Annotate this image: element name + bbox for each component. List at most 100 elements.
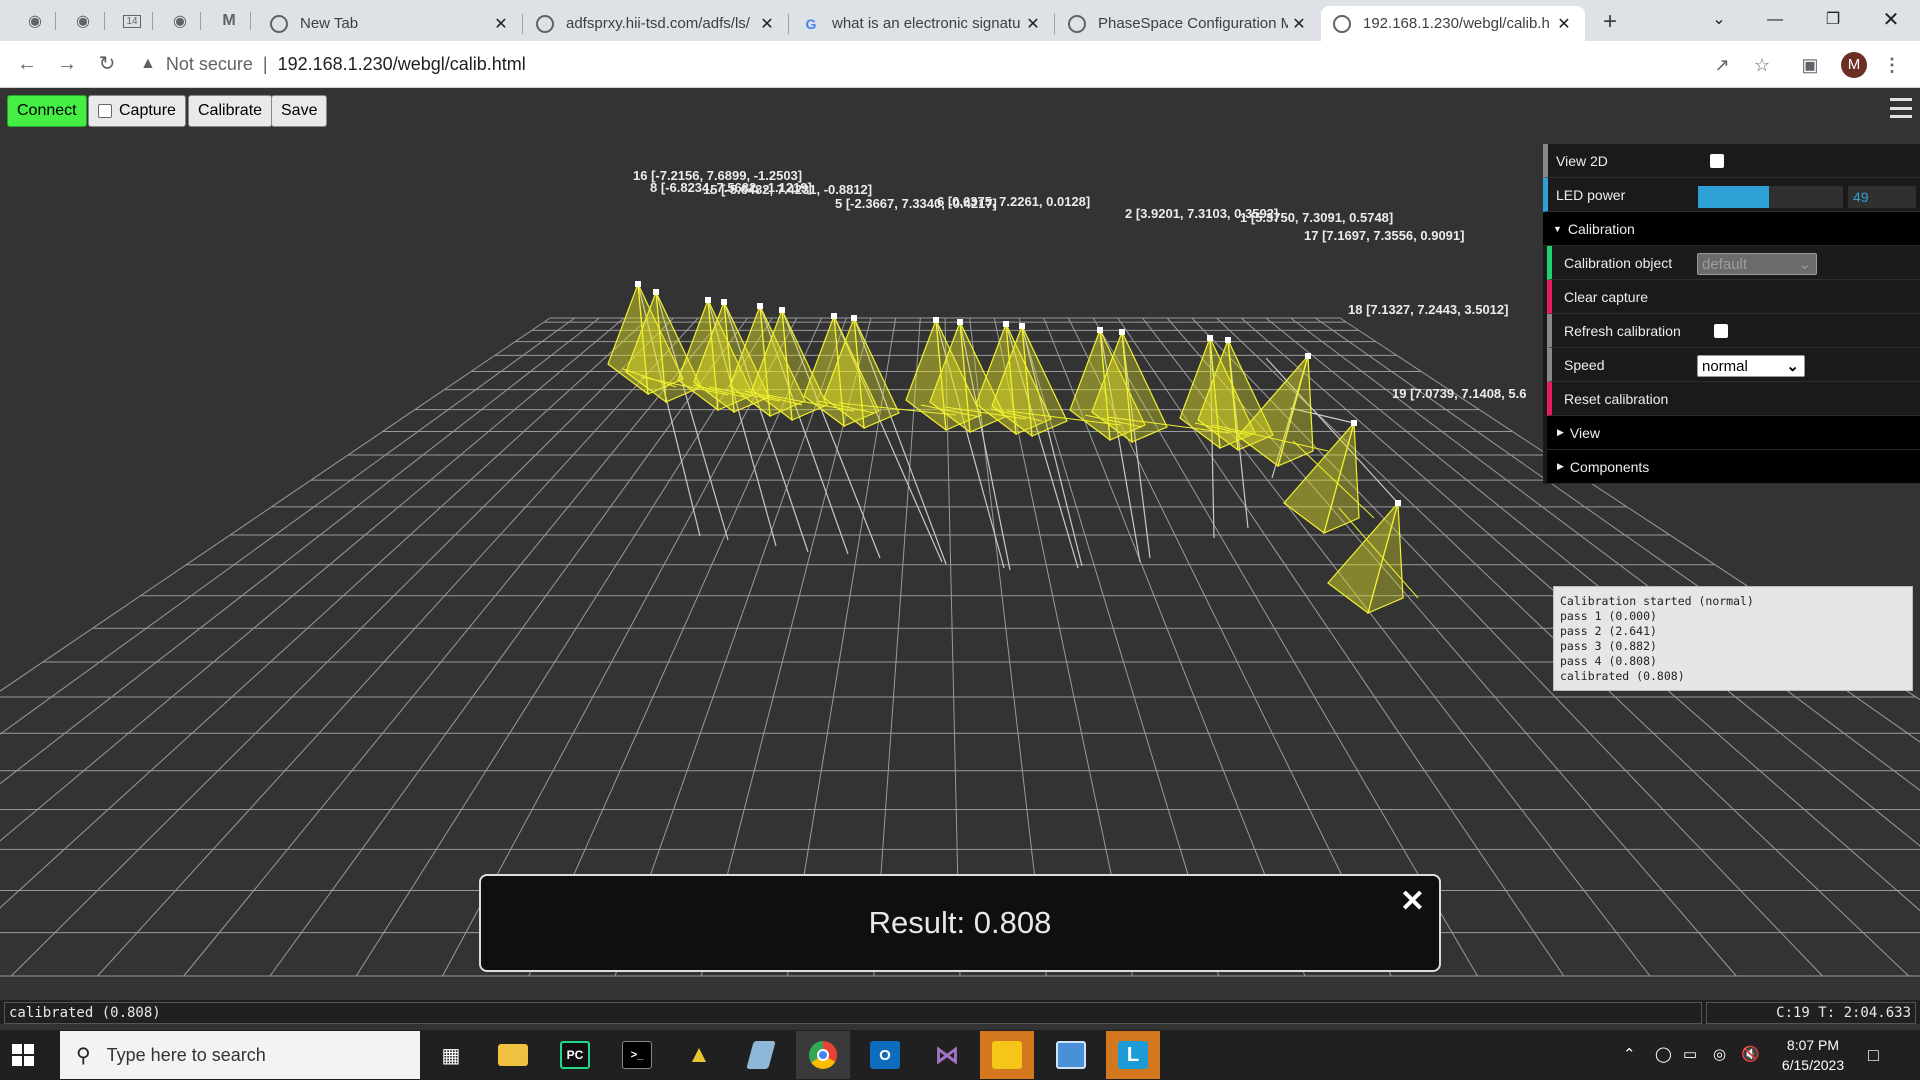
- close-tab-icon[interactable]: ✕: [756, 14, 778, 34]
- calibration-object-select[interactable]: default ⌄: [1697, 253, 1817, 275]
- url-text[interactable]: 192.168.1.230/webgl/calib.html: [278, 54, 526, 75]
- camera-node[interactable]: [1395, 500, 1401, 506]
- camera-node[interactable]: [1119, 329, 1125, 335]
- refresh-calibration-checkbox[interactable]: [1714, 323, 1728, 338]
- speaker-muted-icon[interactable]: 🔇: [1741, 1045, 1760, 1063]
- camera-node[interactable]: [757, 303, 763, 309]
- tab-divider: [788, 14, 789, 34]
- new-tab-plus-icon[interactable]: +: [1596, 8, 1624, 36]
- tab-search-chevron-icon[interactable]: ⌄: [1699, 6, 1739, 34]
- pinned-tab-globe-icon[interactable]: ◉: [22, 8, 48, 34]
- teams-icon[interactable]: ▲: [672, 1031, 726, 1079]
- reset-calibration-row[interactable]: Reset calibration: [1547, 382, 1920, 416]
- marker-label: 18 [7.1327, 7.2443, 3.5012]: [1348, 302, 1509, 317]
- forward-arrow-icon[interactable]: →: [52, 49, 82, 79]
- task-view-icon[interactable]: ▦: [424, 1031, 478, 1079]
- refresh-calibration-label: Refresh calibration: [1564, 322, 1681, 339]
- windows-taskbar: ⚲ Type here to search ▦ PC >_ ▲ O ⋈ L ⌃ …: [0, 1030, 1920, 1080]
- file-explorer-icon[interactable]: [486, 1031, 540, 1079]
- address-bar[interactable]: ▲ Not secure | 192.168.1.230/webgl/calib…: [140, 48, 1700, 80]
- camera-node[interactable]: [705, 297, 711, 303]
- camera-node[interactable]: [721, 299, 727, 305]
- clear-capture-button[interactable]: Clear capture: [1564, 289, 1714, 305]
- visual-studio-icon[interactable]: ⋈: [920, 1031, 974, 1079]
- led-power-number-field[interactable]: 49: [1848, 186, 1916, 208]
- back-arrow-icon[interactable]: ←: [12, 49, 42, 79]
- capture-toggle[interactable]: Capture: [88, 95, 186, 127]
- close-window-icon[interactable]: ✕: [1871, 6, 1911, 34]
- minimize-icon[interactable]: —: [1755, 6, 1795, 34]
- close-tab-icon[interactable]: ✕: [1288, 14, 1310, 34]
- notepad-icon[interactable]: [734, 1031, 788, 1079]
- close-tab-icon[interactable]: ✕: [490, 14, 512, 34]
- camera-node[interactable]: [851, 315, 857, 321]
- restore-icon[interactable]: ❐: [1813, 6, 1853, 34]
- calibrate-button[interactable]: Calibrate: [188, 95, 273, 127]
- camera-node[interactable]: [1305, 353, 1311, 359]
- camera-node[interactable]: [635, 281, 641, 287]
- camera-node[interactable]: [1019, 323, 1025, 329]
- close-tab-icon[interactable]: ✕: [1553, 14, 1575, 34]
- connect-button[interactable]: Connect: [7, 95, 87, 127]
- chrome-icon[interactable]: [796, 1031, 850, 1079]
- pinned-tab-gmail-icon[interactable]: M: [216, 8, 242, 34]
- bookmark-star-icon[interactable]: ☆: [1750, 53, 1774, 77]
- lync-icon[interactable]: L: [1106, 1031, 1160, 1079]
- outlook-icon[interactable]: O: [858, 1031, 912, 1079]
- capture-checkbox[interactable]: [98, 104, 112, 118]
- view-folder[interactable]: ▶ View: [1547, 416, 1920, 450]
- camera-node[interactable]: [1351, 420, 1357, 426]
- tab-google-search[interactable]: G what is an electronic signatu ✕: [790, 6, 1054, 41]
- pinned-tab-calendar-icon[interactable]: 14: [119, 8, 145, 34]
- sticky-notes-icon[interactable]: [980, 1031, 1034, 1079]
- camera-node[interactable]: [1225, 337, 1231, 343]
- tab-divider: [200, 12, 201, 30]
- save-button[interactable]: Save: [271, 95, 328, 127]
- folder-open-triangle-icon: ▼: [1553, 223, 1562, 234]
- notifications-icon[interactable]: □: [1868, 1045, 1879, 1066]
- tab-calib-active[interactable]: 192.168.1.230/webgl/calib.h ✕: [1321, 6, 1585, 41]
- show-hidden-icons-chevron-icon[interactable]: ⌃: [1623, 1045, 1636, 1063]
- side-panel-icon[interactable]: ▣: [1798, 53, 1822, 77]
- camera-node[interactable]: [1097, 327, 1103, 333]
- terminal-icon[interactable]: >_: [610, 1031, 664, 1079]
- hamburger-menu-icon[interactable]: [1890, 98, 1912, 118]
- led-power-slider[interactable]: [1698, 186, 1843, 208]
- close-tab-icon[interactable]: ✕: [1022, 14, 1044, 34]
- reload-icon[interactable]: ↻: [92, 49, 122, 79]
- components-folder[interactable]: ▶ Components: [1547, 450, 1920, 484]
- meet-now-icon[interactable]: ◯: [1655, 1045, 1672, 1063]
- pinned-tab-globe-icon[interactable]: ◉: [167, 8, 193, 34]
- security-label[interactable]: Not secure: [166, 54, 253, 75]
- pycharm-icon[interactable]: PC: [548, 1031, 602, 1079]
- view-folder-title: View: [1569, 424, 1601, 441]
- speed-select[interactable]: normal ⌄: [1697, 355, 1805, 377]
- system-clock[interactable]: 8:07 PM 6/15/2023: [1768, 1035, 1858, 1075]
- calibration-folder[interactable]: ▼ Calibration: [1543, 212, 1920, 246]
- windows-start-icon[interactable]: [12, 1044, 34, 1066]
- tab-new-tab[interactable]: New Tab ✕: [258, 6, 522, 41]
- camera-node[interactable]: [1003, 321, 1009, 327]
- camera-node[interactable]: [831, 313, 837, 319]
- clear-capture-row[interactable]: Clear capture: [1547, 280, 1920, 314]
- camera-node[interactable]: [779, 307, 785, 313]
- close-icon[interactable]: ✕: [1400, 884, 1425, 919]
- network-globe-icon[interactable]: ◎: [1713, 1045, 1726, 1063]
- tab-adfs[interactable]: adfsprxy.hii-tsd.com/adfs/ls/ ✕: [524, 6, 788, 41]
- profile-avatar[interactable]: M: [1841, 52, 1867, 78]
- camera-node[interactable]: [933, 317, 939, 323]
- browser-menu-icon[interactable]: ⋮: [1880, 53, 1904, 77]
- reset-calibration-button[interactable]: Reset calibration: [1564, 391, 1714, 407]
- globe-icon: [1333, 14, 1351, 33]
- battery-icon[interactable]: ▭: [1683, 1045, 1697, 1063]
- share-icon[interactable]: ↗: [1710, 53, 1734, 77]
- remote-desktop-icon[interactable]: [1044, 1031, 1098, 1079]
- pinned-tab-globe-icon[interactable]: ◉: [70, 8, 96, 34]
- view2d-checkbox[interactable]: [1710, 153, 1724, 168]
- tab-phasespace-config[interactable]: PhaseSpace Configuration M ✕: [1056, 6, 1320, 41]
- taskbar-search-box[interactable]: ⚲ Type here to search: [60, 1031, 420, 1079]
- camera-node[interactable]: [1207, 335, 1213, 341]
- status-counter: C:19 T: 2:04.633: [1706, 1002, 1916, 1024]
- camera-node[interactable]: [653, 289, 659, 295]
- camera-node[interactable]: [957, 319, 963, 325]
